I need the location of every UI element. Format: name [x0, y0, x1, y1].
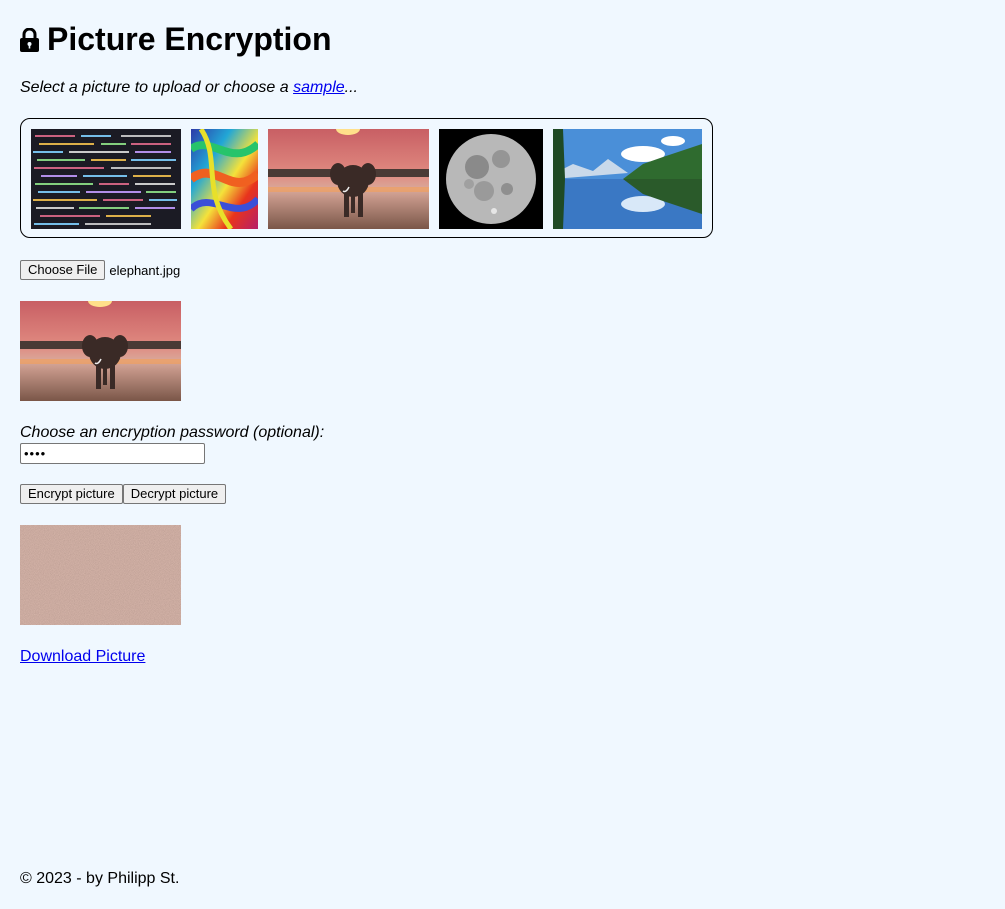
original-preview-image [20, 301, 181, 401]
download-link[interactable]: Download Picture [20, 648, 145, 666]
intro-before: Select a picture to upload or choose a [20, 79, 294, 96]
action-buttons: Encrypt picture Decrypt picture [20, 484, 227, 504]
page-title: Picture Encryption [20, 21, 332, 58]
intro-text: Select a picture to upload or choose a s… [20, 79, 358, 97]
encrypted-preview-image [20, 525, 181, 625]
decrypt-button[interactable]: Decrypt picture [122, 484, 227, 504]
footer: © 2023 - by Philipp St. [20, 870, 180, 887]
lock-icon [20, 27, 39, 52]
choose-file-button[interactable]: Choose File [20, 260, 106, 280]
sample-elephant-thumbnail[interactable] [268, 129, 429, 229]
intro-after: ... [344, 79, 358, 96]
password-label: Choose an encryption password (optional)… [20, 424, 325, 441]
password-input[interactable] [20, 443, 205, 464]
sample-code-thumbnail[interactable] [31, 129, 181, 229]
file-name: elephant.jpg [109, 262, 181, 278]
sample-moon-thumbnail[interactable] [439, 129, 543, 229]
sample-lake-thumbnail[interactable] [553, 129, 702, 229]
sample-colorful-thumbnail[interactable] [191, 129, 258, 229]
sample-link[interactable]: sample [293, 79, 345, 96]
encrypt-button[interactable]: Encrypt picture [20, 484, 123, 504]
file-input-row: Choose File elephant.jpg [20, 260, 180, 280]
sample-gallery [20, 118, 713, 238]
page-title-text: Picture Encryption [47, 21, 332, 57]
